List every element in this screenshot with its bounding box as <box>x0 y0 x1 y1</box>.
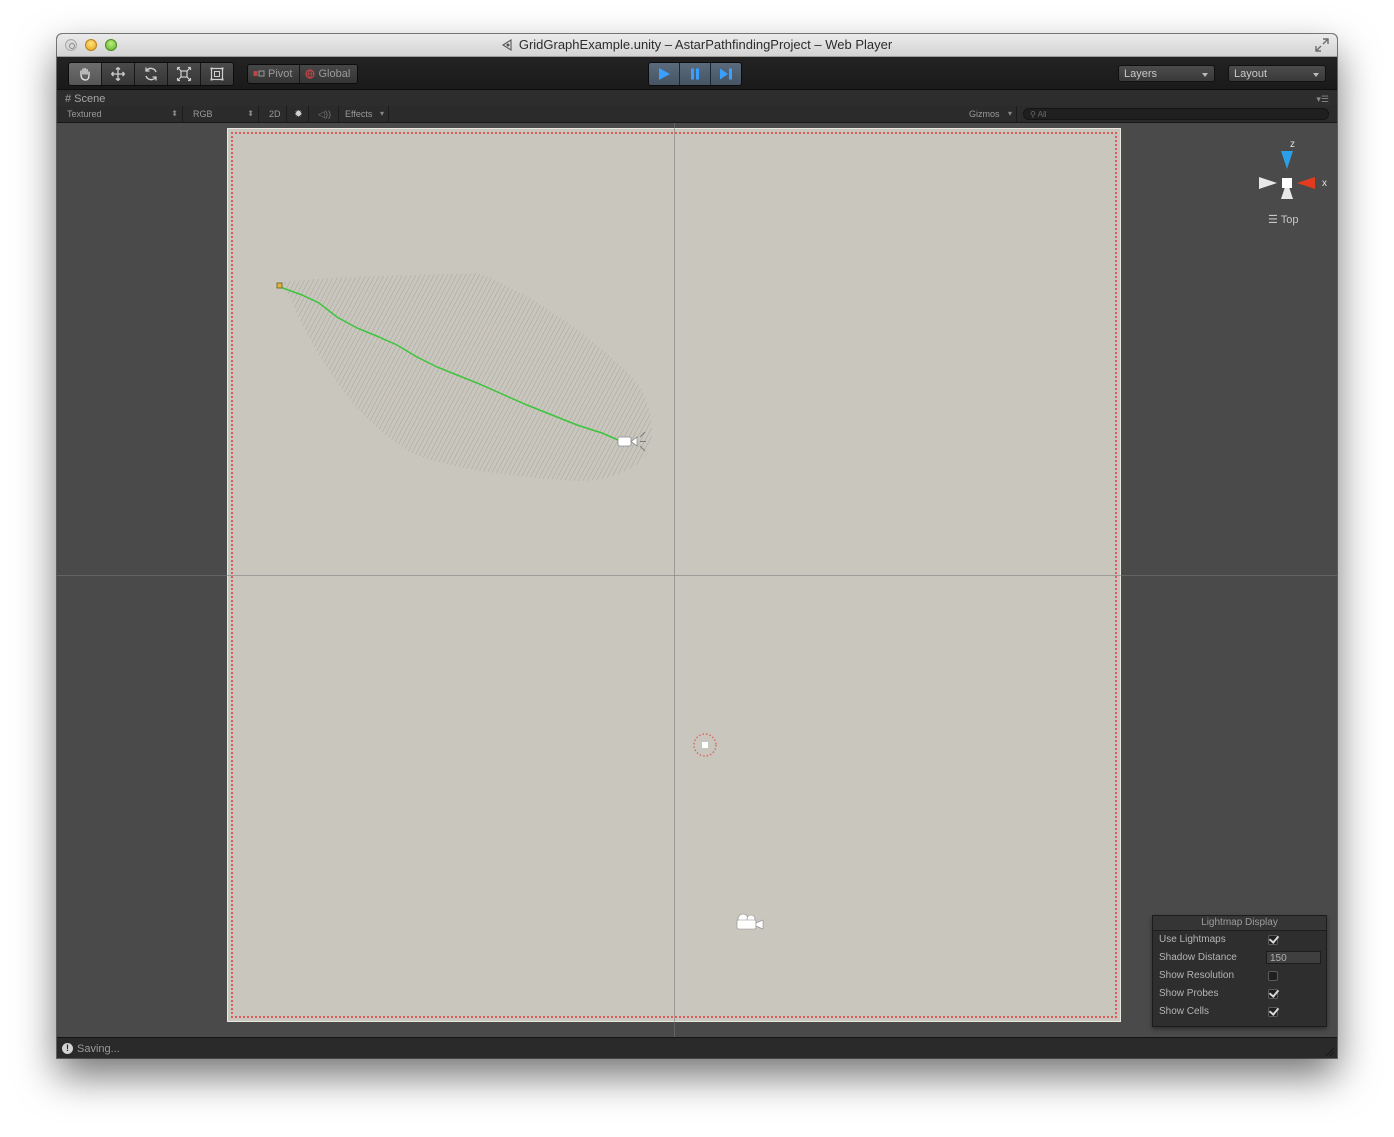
scale-icon <box>176 66 192 82</box>
play-button[interactable] <box>649 63 680 85</box>
tab-scene[interactable]: # Scene <box>65 92 105 106</box>
hand-icon <box>80 67 90 81</box>
shadow-distance-label: Shadow Distance <box>1159 952 1237 963</box>
global-label: Global <box>318 68 351 80</box>
search-placeholder: All <box>1037 110 1047 119</box>
color-mode-dropdown[interactable]: RGB ⬍ <box>189 106 259 122</box>
shadow-distance-field[interactable]: 150 <box>1266 951 1321 964</box>
scene-tab-bar: # Scene ▾☰ <box>57 90 1337 106</box>
color-mode-value: RGB <box>193 109 213 119</box>
show-resolution-row: Show Resolution <box>1153 967 1326 985</box>
chevron-down-icon <box>1313 73 1319 77</box>
shadow-distance-row: Shadow Distance 150 <box>1153 949 1326 967</box>
title-bar[interactable]: GridGraphExample.unity – AstarPathfindin… <box>57 34 1337 57</box>
play-icon <box>659 68 670 80</box>
x-axis-label: x <box>1322 178 1327 189</box>
layers-dropdown[interactable]: Layers <box>1118 65 1215 82</box>
pause-button[interactable] <box>680 63 711 85</box>
layers-label: Layers <box>1124 68 1158 80</box>
view-orientation-label[interactable]: ☰ Top <box>1268 213 1298 226</box>
chevron-down-icon: ▾ <box>1007 109 1012 118</box>
rotate-tool-button[interactable] <box>135 63 168 85</box>
speaker-icon: ◁)) <box>318 109 331 119</box>
step-button[interactable] <box>711 63 741 85</box>
show-probes-checkbox[interactable] <box>1268 989 1278 999</box>
info-icon <box>62 1042 73 1055</box>
fullscreen-icon[interactable] <box>1315 38 1329 52</box>
hand-tool-button[interactable] <box>69 63 102 85</box>
globe-icon <box>305 69 316 79</box>
show-probes-label: Show Probes <box>1159 988 1219 999</box>
show-cells-row: Show Cells <box>1153 1003 1326 1021</box>
show-resolution-label: Show Resolution <box>1159 970 1235 981</box>
pivot-global-toggle: Pivot Global <box>247 64 359 84</box>
show-resolution-checkbox[interactable] <box>1268 971 1278 981</box>
tab-menu-icon[interactable]: ▾☰ <box>1316 94 1329 105</box>
view-orientation-text: Top <box>1280 214 1299 226</box>
scale-tool-button[interactable] <box>168 63 201 85</box>
effects-dropdown[interactable]: Effects ▾ <box>341 106 389 122</box>
status-bar: Saving... <box>57 1037 1337 1058</box>
scene-viewport[interactable]: z x ☰ Top Lightmap Display Use Lightmaps… <box>57 123 1337 1037</box>
scene-tab-label: Scene <box>74 93 106 105</box>
pivot-button[interactable]: Pivot <box>248 65 300 83</box>
lighting-toggle[interactable]: ✹ <box>289 106 309 122</box>
z-axis-label: z <box>1290 139 1295 150</box>
playback-controls <box>648 62 742 86</box>
show-probes-row: Show Probes <box>1153 985 1326 1003</box>
gizmos-label: Gizmos <box>969 109 1000 119</box>
window-title: GridGraphExample.unity – AstarPathfindin… <box>57 34 1337 56</box>
sun-icon: ✹ <box>294 109 303 120</box>
scene-orientation-gizmo[interactable]: z x <box>1247 133 1327 223</box>
chevron-down-icon <box>1202 73 1208 77</box>
mode-2d-label: 2D <box>269 109 281 119</box>
render-mode-value: Textured <box>67 109 102 119</box>
transform-tools <box>68 62 234 86</box>
gizmos-dropdown[interactable]: Gizmos ▾ <box>965 106 1017 122</box>
rect-icon <box>210 67 224 81</box>
show-cells-checkbox[interactable] <box>1268 1007 1278 1017</box>
pivot-label: Pivot <box>268 68 293 80</box>
updown-arrows-icon: ⬍ <box>171 109 178 118</box>
window-title-text: GridGraphExample.unity – AstarPathfindin… <box>518 37 893 52</box>
move-tool-button[interactable] <box>102 63 135 85</box>
updown-arrows-icon: ⬍ <box>247 109 254 118</box>
main-toolbar: Pivot Global Layers Layout <box>57 57 1337 90</box>
chevron-down-icon: ▾ <box>379 109 384 118</box>
pause-icon <box>691 68 699 80</box>
use-lightmaps-row: Use Lightmaps <box>1153 931 1326 949</box>
layout-dropdown[interactable]: Layout <box>1228 65 1326 82</box>
explored-nodes-area <box>283 273 652 481</box>
use-lightmaps-checkbox[interactable] <box>1268 935 1278 945</box>
scene-search-input[interactable]: ⚲ All <box>1023 108 1329 120</box>
camera-icon <box>736 913 764 930</box>
status-text: Saving... <box>77 1043 120 1055</box>
effects-label: Effects <box>345 109 373 119</box>
show-cells-label: Show Cells <box>1159 1006 1210 1017</box>
render-mode-dropdown[interactable]: Textured ⬍ <box>63 106 183 122</box>
grid-icon: # <box>65 93 72 105</box>
search-icon: ⚲ <box>1030 110 1036 119</box>
global-button[interactable]: Global <box>299 65 358 83</box>
menu-lines-icon: ☰ <box>1268 214 1278 226</box>
use-lightmaps-label: Use Lightmaps <box>1159 934 1226 945</box>
path-start-marker <box>276 282 283 289</box>
scene-overlay <box>276 273 764 930</box>
pivot-icon <box>253 70 265 77</box>
resize-grip-icon[interactable] <box>1323 1045 1335 1057</box>
rotate-icon <box>145 67 157 81</box>
layout-label: Layout <box>1234 68 1268 80</box>
lightmap-display-panel: Lightmap Display Use Lightmaps Shadow Di… <box>1152 915 1327 1027</box>
web-player-window: GridGraphExample.unity – AstarPathfindin… <box>57 34 1337 1058</box>
scene-view-toolbar: Textured ⬍ RGB ⬍ 2D ✹ ◁)) Effects ▾ Gizm… <box>57 106 1337 123</box>
target-light-icon <box>693 733 717 757</box>
rect-tool-button[interactable] <box>201 63 233 85</box>
unity-document-icon <box>501 39 512 51</box>
lightmap-display-title: Lightmap Display <box>1153 916 1326 931</box>
mode-2d-toggle[interactable]: 2D <box>265 106 287 122</box>
move-icon <box>111 67 125 81</box>
audio-toggle[interactable]: ◁)) <box>311 106 339 122</box>
step-icon <box>720 68 732 80</box>
